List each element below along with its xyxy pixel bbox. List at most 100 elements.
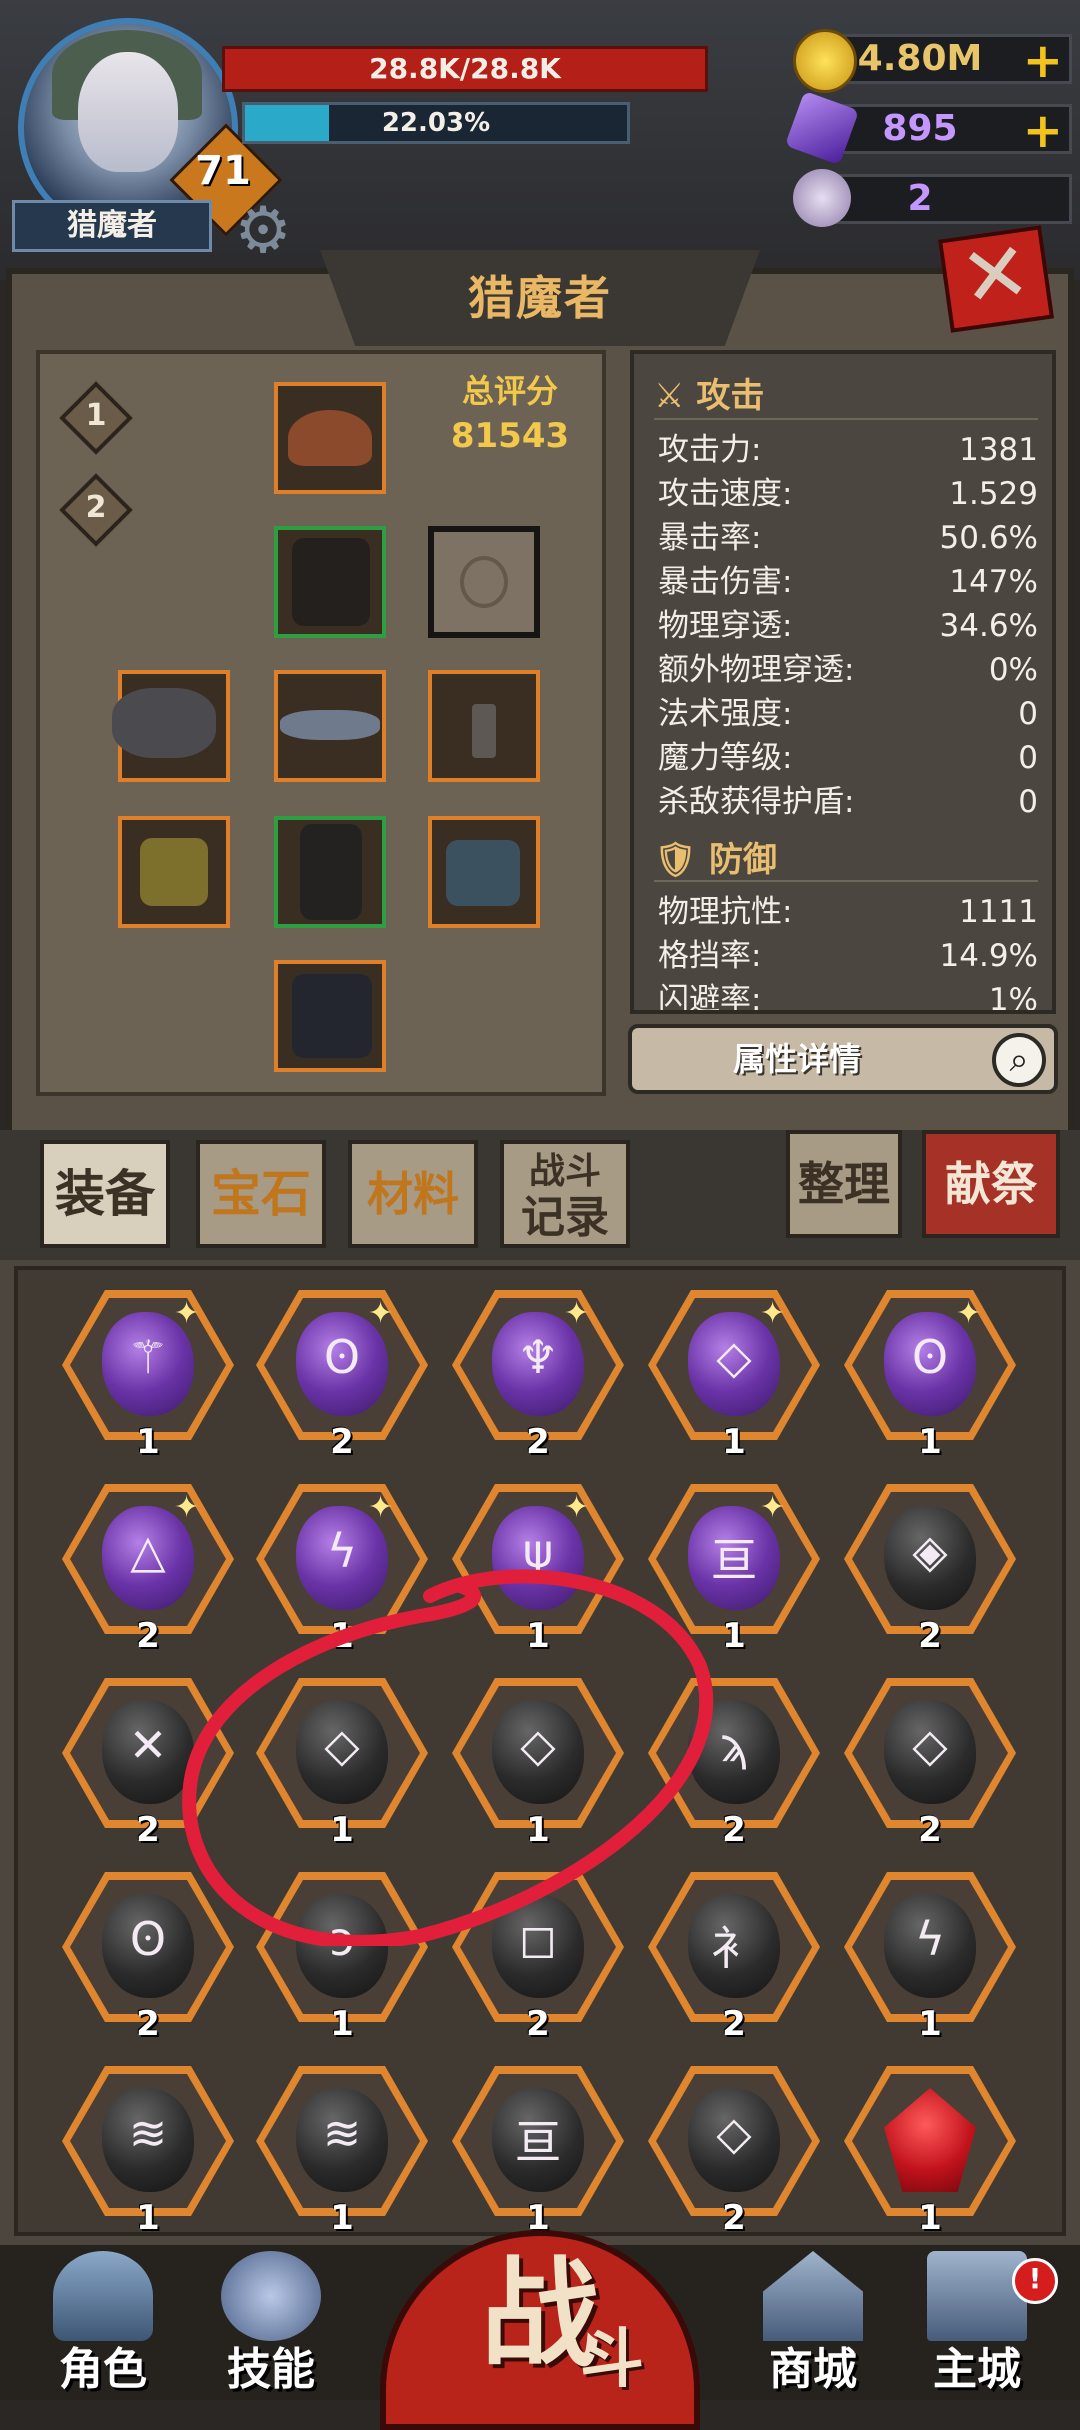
add-crystal-button[interactable]: +	[1023, 103, 1063, 159]
player-name: 猎魔者	[12, 200, 212, 252]
sparkle-icon: ✦	[760, 1490, 786, 1525]
vortex-icon	[221, 2251, 321, 2341]
tab-equipment[interactable]: 装备	[40, 1140, 170, 1248]
amulet-slot[interactable]	[428, 670, 540, 782]
item-count: 2	[526, 1422, 550, 1462]
item-count: 1	[722, 1422, 746, 1462]
nav-shop[interactable]: 商城	[738, 2245, 888, 2395]
stat-label: 攻击速度:	[658, 476, 793, 512]
panel-title: 猎魔者	[468, 271, 612, 325]
stat-value: 0	[1018, 740, 1038, 776]
stat-label: 物理穿透:	[658, 608, 793, 644]
crystal-value: 895	[882, 108, 958, 149]
gold-value: 4.80M	[857, 38, 983, 79]
item-count: 2	[918, 1810, 942, 1850]
tab-battle-log[interactable]: 战斗 记录	[500, 1140, 630, 1248]
crystal-currency: 895 +	[784, 90, 1072, 166]
castle-icon	[927, 2251, 1027, 2341]
item-count: 2	[722, 2004, 746, 2044]
item-count: 1	[918, 2198, 942, 2238]
inventory-slot[interactable]: ◈ 2	[844, 1484, 1016, 1674]
nav-character-label: 角色	[59, 2344, 147, 2395]
avatar-face	[78, 52, 178, 172]
rune-glyph: ≋	[322, 2106, 362, 2160]
inventory-slot[interactable]: ϟ1	[844, 1872, 1016, 2062]
item-count: 2	[918, 1616, 942, 1656]
empty-slot[interactable]	[428, 526, 540, 638]
gloves-slot[interactable]	[428, 816, 540, 928]
shield-icon: 🛡	[654, 840, 710, 880]
rune-glyph: 亘	[515, 2115, 561, 2169]
hat-icon	[288, 410, 372, 466]
stat-value: 1.529	[949, 476, 1038, 512]
item-count: 2	[526, 2004, 550, 2044]
hp-text: 28.8K/28.8K	[369, 52, 561, 85]
attack-header: ⚔ 攻击	[654, 368, 764, 417]
sparkle-icon: ✦	[368, 1490, 394, 1525]
stat-row: 额外物理穿透: 0%	[658, 648, 1038, 692]
tab-gems[interactable]: 宝石	[196, 1140, 326, 1248]
battle-button-label: 战	[480, 2245, 599, 2383]
stat-value: 1%	[988, 982, 1038, 1014]
attribute-details-button[interactable]: 属性详情 ⌕	[628, 1024, 1058, 1094]
empty-slot-icon	[460, 556, 508, 608]
sparkle-icon: ✦	[956, 1296, 982, 1331]
boots-slot[interactable]	[274, 960, 386, 1072]
item-count: 1	[136, 2198, 160, 2238]
stat-value: 1381	[959, 432, 1038, 468]
settings-gear-icon[interactable]: ⚙	[228, 196, 298, 266]
tab-gems-label: 宝石	[211, 1165, 311, 1223]
xp-text: 22.03%	[381, 108, 491, 138]
sparkle-icon: ✦	[174, 1296, 200, 1331]
rune-glyph: ʘ	[911, 1330, 949, 1384]
inventory-slot[interactable]: ʘ ✦ 1	[844, 1290, 1016, 1480]
inventory-slot[interactable]: 1	[844, 2066, 1016, 2256]
claw-glove-icon	[446, 840, 520, 906]
weapon-slot[interactable]	[118, 816, 230, 928]
sacrifice-button-label: 献祭	[945, 1157, 1037, 1211]
nav-character[interactable]: 角色	[28, 2245, 178, 2395]
stat-label: 攻击力:	[658, 432, 762, 468]
loadout-tab-1-label: 1	[85, 398, 107, 433]
item-count: 2	[136, 2004, 160, 2044]
nav-main-city-label: 主城	[933, 2344, 1021, 2395]
add-gold-button[interactable]: +	[1023, 33, 1063, 89]
notification-badge: !	[1012, 2258, 1058, 2304]
rune-glyph: ◇	[912, 1718, 948, 1772]
helmet-icon	[53, 2251, 153, 2341]
helmet-slot[interactable]	[274, 382, 386, 494]
bracer-slot[interactable]	[112, 670, 230, 782]
stat-row: 杀敌获得护盾: 0	[658, 780, 1038, 824]
belt-slot[interactable]	[274, 670, 386, 782]
stat-label: 暴击伤害:	[658, 564, 793, 600]
inventory-slot[interactable]: ◇ 2	[844, 1678, 1016, 1868]
armor-slot[interactable]	[274, 526, 386, 638]
inventory-slot[interactable]: ♆ ✦ 2	[452, 1290, 624, 1480]
sacrifice-button[interactable]: 献祭	[922, 1130, 1060, 1238]
divider	[654, 418, 1038, 420]
stat-value: 0%	[988, 652, 1038, 688]
inventory-slot[interactable]: ≋ 1	[62, 2066, 234, 2256]
stat-row: 闪避率: 1%	[658, 978, 1038, 1014]
battle-button-sublabel: 斗	[580, 2323, 644, 2397]
stat-label: 额外物理穿透:	[658, 652, 855, 688]
pants-slot[interactable]	[274, 816, 386, 928]
swords-icon: ⚔	[654, 376, 697, 416]
tab-materials[interactable]: 材料	[348, 1140, 478, 1248]
sort-button[interactable]: 整理	[786, 1130, 902, 1238]
close-button[interactable]: ✕	[937, 224, 1055, 333]
pants-icon	[300, 824, 362, 920]
stat-label: 闪避率:	[658, 982, 762, 1014]
nav-skills-label: 技能	[227, 2344, 315, 2395]
inventory-slot[interactable]: ⚚ ✦ 1	[62, 1290, 234, 1480]
inventory-slot[interactable]: ʘ ✦ 2	[256, 1290, 428, 1480]
rune-glyph: ◇	[716, 1330, 752, 1384]
stat-value: 34.6%	[939, 608, 1038, 644]
inventory-slot[interactable]: ◇ ✦ 1	[648, 1290, 820, 1480]
stat-row: 格挡率: 14.9%	[658, 934, 1038, 978]
total-score-value: 81543	[450, 416, 570, 456]
nav-skills[interactable]: 技能	[196, 2245, 346, 2395]
item-count: 1	[330, 2004, 354, 2044]
stat-value: 147%	[949, 564, 1038, 600]
coat-icon	[292, 538, 370, 626]
